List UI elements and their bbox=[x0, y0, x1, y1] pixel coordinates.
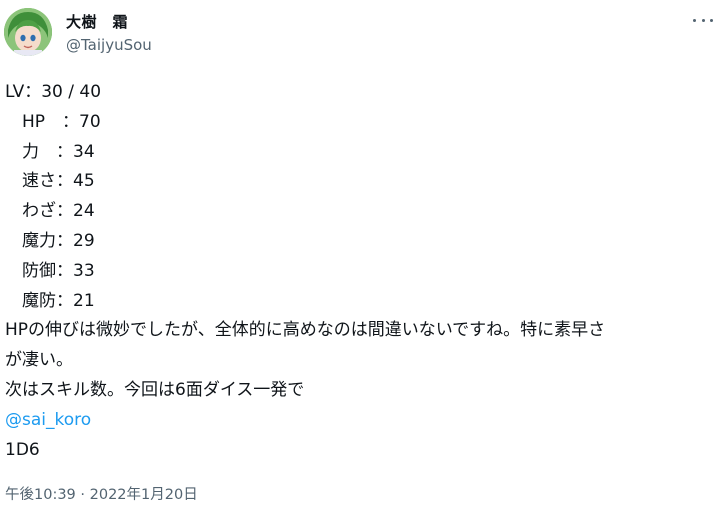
user-handle[interactable]: @TaijyuSou bbox=[66, 36, 152, 54]
tweet-line: 魔防：21 bbox=[5, 290, 95, 311]
display-name[interactable]: 大樹 霜 bbox=[66, 11, 128, 32]
tweet-line: 1D6 bbox=[5, 439, 40, 460]
tweet-line: が凄い。 bbox=[5, 350, 73, 371]
tweet-line: 魔力：29 bbox=[5, 230, 95, 251]
tweet: 大樹 霜 @TaijyuSou LV：30 / 40 HP ：70 力 ：34 … bbox=[0, 0, 721, 507]
more-options-icon[interactable] bbox=[693, 12, 713, 28]
dot bbox=[701, 18, 705, 22]
timestamp[interactable]: 午後10:39 · 2022年1月20日 bbox=[5, 483, 198, 504]
tweet-line: 力 ：34 bbox=[5, 141, 95, 162]
tweet-line: LV：30 / 40 bbox=[5, 82, 102, 102]
tweet-text: LV：30 / 40 HP ：70 力 ：34 速さ：45 わざ：24 魔力：2… bbox=[5, 78, 717, 465]
mention-link[interactable]: @sai_koro bbox=[5, 410, 91, 430]
avatar-image bbox=[4, 8, 52, 56]
tweet-line: HPの伸びは微妙でしたが、全体的に高めなのは間違いないですね。特に素早さ bbox=[5, 320, 606, 341]
dot bbox=[693, 18, 696, 22]
tweet-line: 防御：33 bbox=[5, 260, 95, 281]
tweet-line: 次はスキル数。今回は6面ダイス一発で bbox=[5, 379, 305, 400]
tweet-line: HP ：70 bbox=[5, 111, 101, 132]
dot bbox=[710, 18, 713, 22]
tweet-line: 速さ：45 bbox=[5, 171, 95, 192]
avatar[interactable] bbox=[4, 8, 52, 56]
tweet-line: わざ：24 bbox=[5, 201, 95, 222]
mention-link-line: @sai_koro bbox=[5, 406, 717, 436]
